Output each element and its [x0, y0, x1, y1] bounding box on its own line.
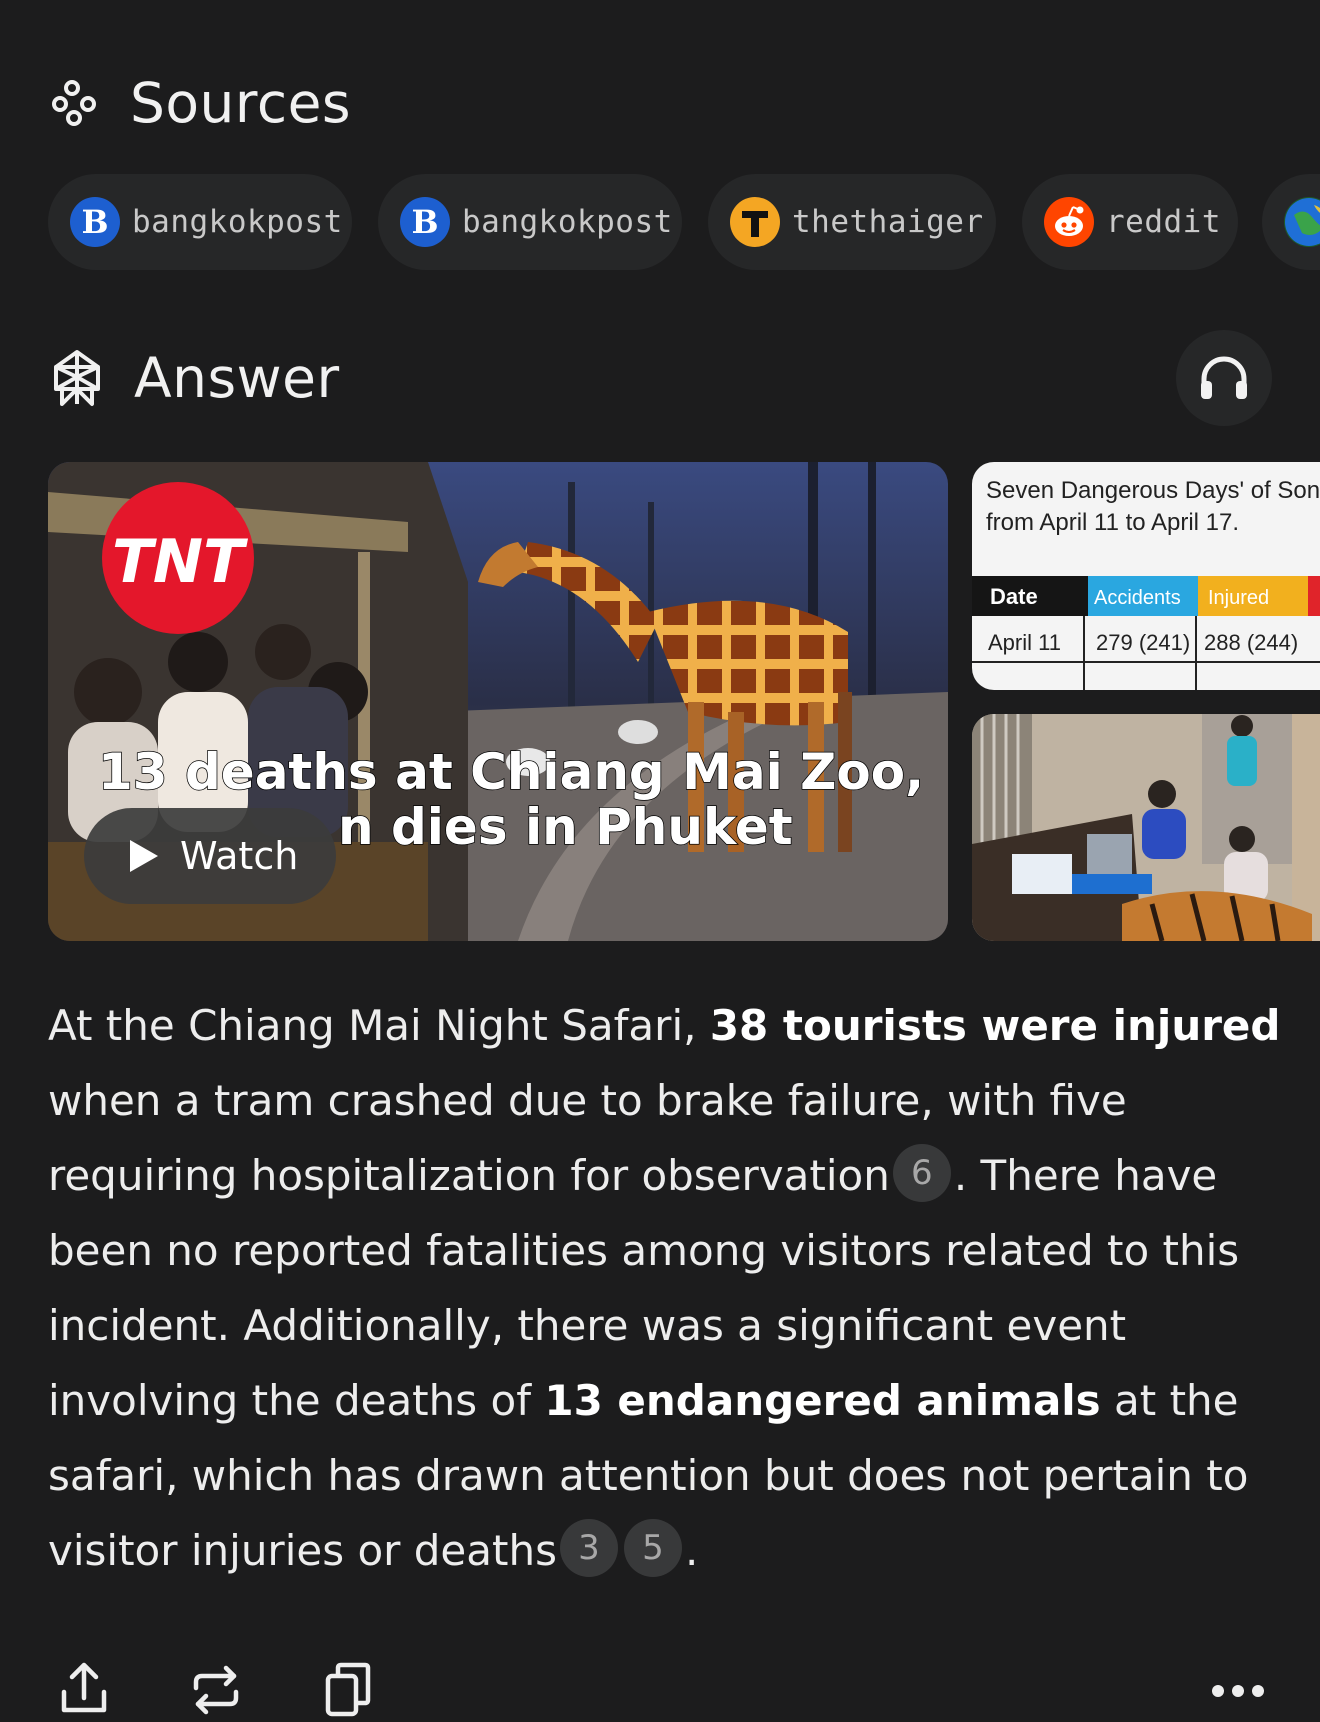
watch-button[interactable]: Watch	[84, 808, 336, 904]
side-image-caption-line2: from April 11 to April 17.	[986, 509, 1239, 536]
source-chip-label: thethaiger	[792, 204, 984, 240]
side-image-photo[interactable]	[972, 714, 1320, 941]
side-image-caption-line1: Seven Dangerous Days' of Songkr	[986, 477, 1320, 504]
bangkokpost-logo-icon: B	[400, 197, 450, 247]
sources-icon	[50, 78, 100, 128]
citation-badge[interactable]: 5	[623, 1519, 682, 1577]
source-chip-label: bangkokpost	[132, 204, 343, 240]
citation-badge[interactable]: 6	[892, 1144, 951, 1202]
play-icon	[128, 838, 160, 874]
answer-text: At the Chiang Mai Night Safari,	[48, 1001, 710, 1050]
share-button[interactable]	[58, 1660, 110, 1716]
answer-highlight-animals: 13 endangered animals	[544, 1376, 1101, 1425]
answer-header: Answer	[50, 343, 340, 413]
answer-highlight-injured: 38 tourists were injured	[709, 1001, 1281, 1050]
watch-label: Watch	[180, 834, 299, 878]
svg-text:B: B	[411, 203, 438, 241]
sources-title: Sources	[130, 71, 352, 135]
video-thumbnail[interactable]: TNT 13 deaths at Chiang Mai Zoo, n dies …	[48, 462, 948, 941]
source-chip-bangkokpost[interactable]: B bangkokpost	[48, 174, 352, 270]
source-chip-thethaiger[interactable]: thethaiger	[708, 174, 996, 270]
source-chip-label: bangkokpost	[462, 204, 673, 240]
bangkokpost-logo-icon: B	[70, 197, 120, 247]
source-chip-reddit[interactable]: reddit	[1022, 174, 1238, 270]
thethaiger-logo-icon	[730, 197, 780, 247]
table-cell-date: April 11	[988, 630, 1061, 655]
answer-paragraph: At the Chiang Mai Night Safari, 38 touri…	[48, 988, 1288, 1588]
answer-text: .	[684, 1526, 699, 1575]
video-headline-line1: 13 deaths at Chiang Mai Zoo,	[98, 743, 924, 801]
table-header-accidents: Accidents	[1094, 587, 1181, 609]
table-cell-accidents: 279 (241)	[1096, 630, 1190, 655]
sources-list: B bangkokpost B bangkokpost thethaiger r…	[48, 174, 1320, 272]
answer-title: Answer	[134, 346, 340, 410]
perplexity-icon	[50, 349, 104, 407]
tnt-badge: TNT	[112, 527, 248, 597]
sources-header: Sources	[50, 68, 351, 138]
globe-icon	[1284, 197, 1320, 247]
table-cell-injured: 288 (244)	[1204, 630, 1298, 655]
listen-button[interactable]	[1176, 330, 1272, 426]
side-image-table[interactable]: Seven Dangerous Days' of Songkr from Apr…	[972, 462, 1320, 690]
source-chip-label: reddit	[1106, 204, 1221, 240]
rewrite-icon	[190, 1665, 242, 1720]
reddit-logo-icon	[1044, 197, 1094, 247]
share-icon	[58, 1662, 110, 1720]
table-header-date: Date	[990, 584, 1038, 609]
table-header-injured: Injured	[1208, 587, 1269, 609]
video-headline-line2: n dies in Phuket	[338, 798, 793, 856]
more-icon	[1210, 1685, 1266, 1710]
copy-icon	[324, 1662, 372, 1722]
source-chip-bangkokpost[interactable]: B bangkokpost	[378, 174, 682, 270]
source-chip-more[interactable]	[1262, 174, 1320, 270]
copy-button[interactable]	[324, 1662, 372, 1718]
more-button[interactable]	[1210, 1676, 1266, 1706]
headphones-icon	[1198, 355, 1250, 401]
rewrite-button[interactable]	[190, 1664, 242, 1716]
svg-text:B: B	[81, 203, 108, 241]
citation-badge[interactable]: 3	[559, 1519, 618, 1577]
